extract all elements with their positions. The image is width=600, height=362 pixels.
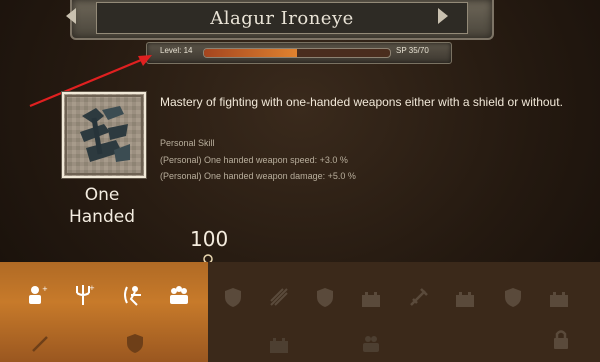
archer-perk[interactable] <box>120 282 146 308</box>
level-progress-fill <box>204 49 297 57</box>
locked-perk[interactable] <box>312 284 338 310</box>
personal-skill-label: Personal Skill <box>160 138 215 148</box>
sword-icon <box>32 336 48 352</box>
locked-perk[interactable] <box>220 284 246 310</box>
perk[interactable] <box>122 330 148 356</box>
character-header: Alagur Ironeye <box>70 0 494 40</box>
sword-icon <box>410 288 428 306</box>
locked-perk[interactable] <box>358 330 384 356</box>
svg-text:+: + <box>89 284 95 292</box>
locked-perk[interactable] <box>500 284 526 310</box>
group-icon <box>363 336 379 352</box>
skill-effect-speed: (Personal) One handed weapon speed: +3.0… <box>160 155 348 165</box>
svg-text:+: + <box>42 285 48 293</box>
locked-perk[interactable] <box>548 326 574 352</box>
shield-icon <box>505 288 521 307</box>
perk-threshold-value: 100 <box>190 227 229 251</box>
locked-perk[interactable] <box>406 284 432 310</box>
character-name: Alagur Ironeye <box>96 2 468 34</box>
castle-icon <box>550 292 568 307</box>
skill-effect-damage: (Personal) One handed weapon damage: +5.… <box>160 171 356 181</box>
previous-character-button[interactable] <box>66 8 76 24</box>
skill-name: One Handed <box>68 185 136 227</box>
shield-icon <box>127 334 143 353</box>
level-progress-bar <box>203 48 391 58</box>
locked-perk[interactable] <box>358 284 384 310</box>
level-label: Level: 14 <box>160 46 193 55</box>
skill-icon-frame[interactable] <box>62 92 146 178</box>
locked-perk[interactable] <box>452 284 478 310</box>
locked-perk[interactable] <box>266 330 292 356</box>
locked-perk[interactable] <box>546 284 572 310</box>
trident-perk[interactable]: + <box>70 282 96 308</box>
arrows-icon <box>270 288 288 306</box>
trainer-icon: + <box>29 285 48 304</box>
group-perk[interactable] <box>166 282 192 308</box>
castle-icon <box>456 292 474 307</box>
one-handed-skill-icon <box>64 94 144 176</box>
shield-icon <box>225 288 241 307</box>
trident-icon: + <box>76 284 95 305</box>
lock-icon <box>554 330 568 349</box>
locked-perk[interactable] <box>266 284 292 310</box>
perk[interactable] <box>28 330 54 356</box>
archer-icon <box>124 286 141 306</box>
skill-points-label: SP 35/70 <box>396 46 429 55</box>
trainer-perk[interactable]: + <box>24 282 50 308</box>
castle-icon <box>362 292 380 307</box>
skill-description: Mastery of fighting with one-handed weap… <box>160 95 563 109</box>
group-icon <box>170 286 188 304</box>
castle-icon <box>270 338 288 353</box>
next-character-button[interactable] <box>438 8 448 24</box>
shield-icon <box>317 288 333 307</box>
